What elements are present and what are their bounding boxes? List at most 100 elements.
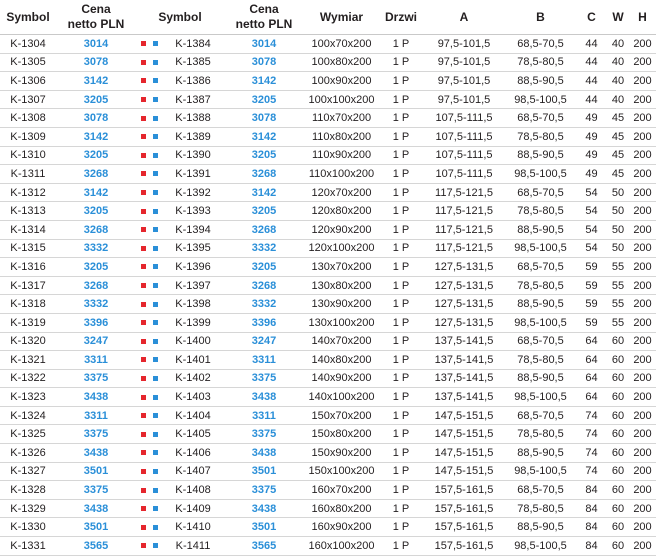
red-marker-icon	[140, 59, 146, 65]
a-range-cell: 137,5-141,5	[423, 332, 505, 352]
b-range-cell: 88,5-90,5	[505, 220, 576, 240]
w-cell: 60	[607, 480, 629, 500]
dimension-cell: 160x100x200	[304, 536, 379, 556]
h-cell: 200	[629, 164, 656, 184]
w-cell: 45	[607, 146, 629, 166]
c-cell: 64	[576, 387, 607, 407]
symbol-2-cell: K-1386	[162, 71, 224, 91]
doors-cell: 1 P	[379, 480, 423, 500]
c-cell: 64	[576, 369, 607, 389]
table-row: K-1313 3205 K-1393 3205 120x80x200 1 P 117,5-1…	[0, 201, 656, 221]
color-markers	[136, 164, 162, 184]
table-row: K-1306 3142 K-1386 3142 100x90x200 1 P 97,5-10…	[0, 71, 656, 91]
price-2-cell: 3438	[224, 443, 304, 463]
blue-marker-icon	[152, 487, 158, 493]
price-cell: 3332	[56, 294, 136, 314]
h-cell: 200	[629, 480, 656, 500]
table-row: K-1310 3205 K-1390 3205 110x90x200 1 P 107,5-1…	[0, 146, 656, 166]
dimension-cell: 120x80x200	[304, 201, 379, 221]
header-row: Symbol Cena netto PLN Symbol Cena netto PL…	[0, 0, 656, 35]
a-range-cell: 117,5-121,5	[423, 239, 505, 259]
dimension-cell: 110x90x200	[304, 146, 379, 166]
price-2-cell: 3205	[224, 257, 304, 277]
red-marker-icon	[140, 245, 146, 251]
price-cell: 3311	[56, 406, 136, 426]
symbol-cell: K-1324	[0, 406, 56, 426]
h-cell: 200	[629, 294, 656, 314]
red-marker-icon	[140, 524, 146, 530]
symbol-cell: K-1321	[0, 350, 56, 370]
doors-cell: 1 P	[379, 276, 423, 296]
c-cell: 84	[576, 536, 607, 556]
c-cell: 49	[576, 127, 607, 147]
doors-cell: 1 P	[379, 127, 423, 147]
header-symbol-2: Symbol	[136, 0, 224, 35]
blue-marker-icon	[152, 59, 158, 65]
symbol-2-cell: K-1402	[162, 369, 224, 389]
price-2-cell: 3375	[224, 480, 304, 500]
symbol-cell: K-1309	[0, 127, 56, 147]
color-markers	[136, 294, 162, 314]
color-markers	[136, 406, 162, 426]
blue-marker-icon	[152, 227, 158, 233]
doors-cell: 1 P	[379, 53, 423, 73]
color-markers	[136, 183, 162, 203]
a-range-cell: 157,5-161,5	[423, 480, 505, 500]
table-body: K-1304 3014 K-1384 3014 100x70x200 1 P 97,5-10…	[0, 34, 656, 556]
red-marker-icon	[140, 283, 146, 289]
blue-marker-icon	[152, 97, 158, 103]
c-cell: 59	[576, 313, 607, 333]
h-cell: 200	[629, 201, 656, 221]
red-marker-icon	[140, 41, 146, 47]
dimension-cell: 100x100x200	[304, 90, 379, 110]
symbol-cell: K-1327	[0, 462, 56, 482]
c-cell: 64	[576, 350, 607, 370]
h-cell: 200	[629, 424, 656, 445]
header-dimension: Wymiar	[304, 0, 379, 35]
w-cell: 45	[607, 127, 629, 147]
w-cell: 45	[607, 164, 629, 184]
c-cell: 74	[576, 406, 607, 426]
symbol-2-cell: K-1388	[162, 108, 224, 128]
blue-marker-icon	[152, 543, 158, 549]
symbol-cell: K-1304	[0, 34, 56, 54]
price-2-cell: 3078	[224, 53, 304, 73]
h-cell: 200	[629, 53, 656, 73]
h-cell: 200	[629, 536, 656, 556]
symbol-2-cell: K-1404	[162, 406, 224, 426]
table-row: K-1308 3078 K-1388 3078 110x70x200 1 P 107,5-1…	[0, 108, 656, 128]
header-doors: Drzwi	[379, 0, 423, 35]
doors-cell: 1 P	[379, 350, 423, 370]
symbol-cell: K-1307	[0, 90, 56, 110]
symbol-cell: K-1325	[0, 424, 56, 445]
table-row: K-1328 3375 K-1408 3375 160x70x200 1 P 157,5-1…	[0, 480, 656, 500]
blue-marker-icon	[152, 394, 158, 400]
red-marker-icon	[140, 134, 146, 140]
price-2-cell: 3247	[224, 332, 304, 352]
w-cell: 50	[607, 239, 629, 259]
symbol-2-cell: K-1399	[162, 313, 224, 333]
h-cell: 200	[629, 108, 656, 128]
table-row: K-1324 3311 K-1404 3311 150x70x200 1 P 147,5-1…	[0, 406, 656, 426]
w-cell: 60	[607, 462, 629, 482]
header-w: W	[607, 0, 629, 35]
price-table: Symbol Cena netto PLN Symbol Cena netto PL…	[0, 0, 656, 556]
a-range-cell: 157,5-161,5	[423, 517, 505, 538]
a-range-cell: 157,5-161,5	[423, 499, 505, 519]
blue-marker-icon	[152, 171, 158, 177]
b-range-cell: 78,5-80,5	[505, 276, 576, 296]
b-range-cell: 68,5-70,5	[505, 406, 576, 426]
header-price: Cena netto PLN	[56, 0, 136, 35]
color-markers	[136, 369, 162, 389]
w-cell: 40	[607, 34, 629, 54]
blue-marker-icon	[152, 134, 158, 140]
red-marker-icon	[140, 375, 146, 381]
table-row: K-1321 3311 K-1401 3311 140x80x200 1 P 137,5-1…	[0, 350, 656, 370]
red-marker-icon	[140, 208, 146, 214]
symbol-cell: K-1311	[0, 164, 56, 184]
doors-cell: 1 P	[379, 462, 423, 482]
color-markers	[136, 276, 162, 296]
c-cell: 74	[576, 462, 607, 482]
dimension-cell: 140x90x200	[304, 369, 379, 389]
symbol-cell: K-1328	[0, 480, 56, 500]
